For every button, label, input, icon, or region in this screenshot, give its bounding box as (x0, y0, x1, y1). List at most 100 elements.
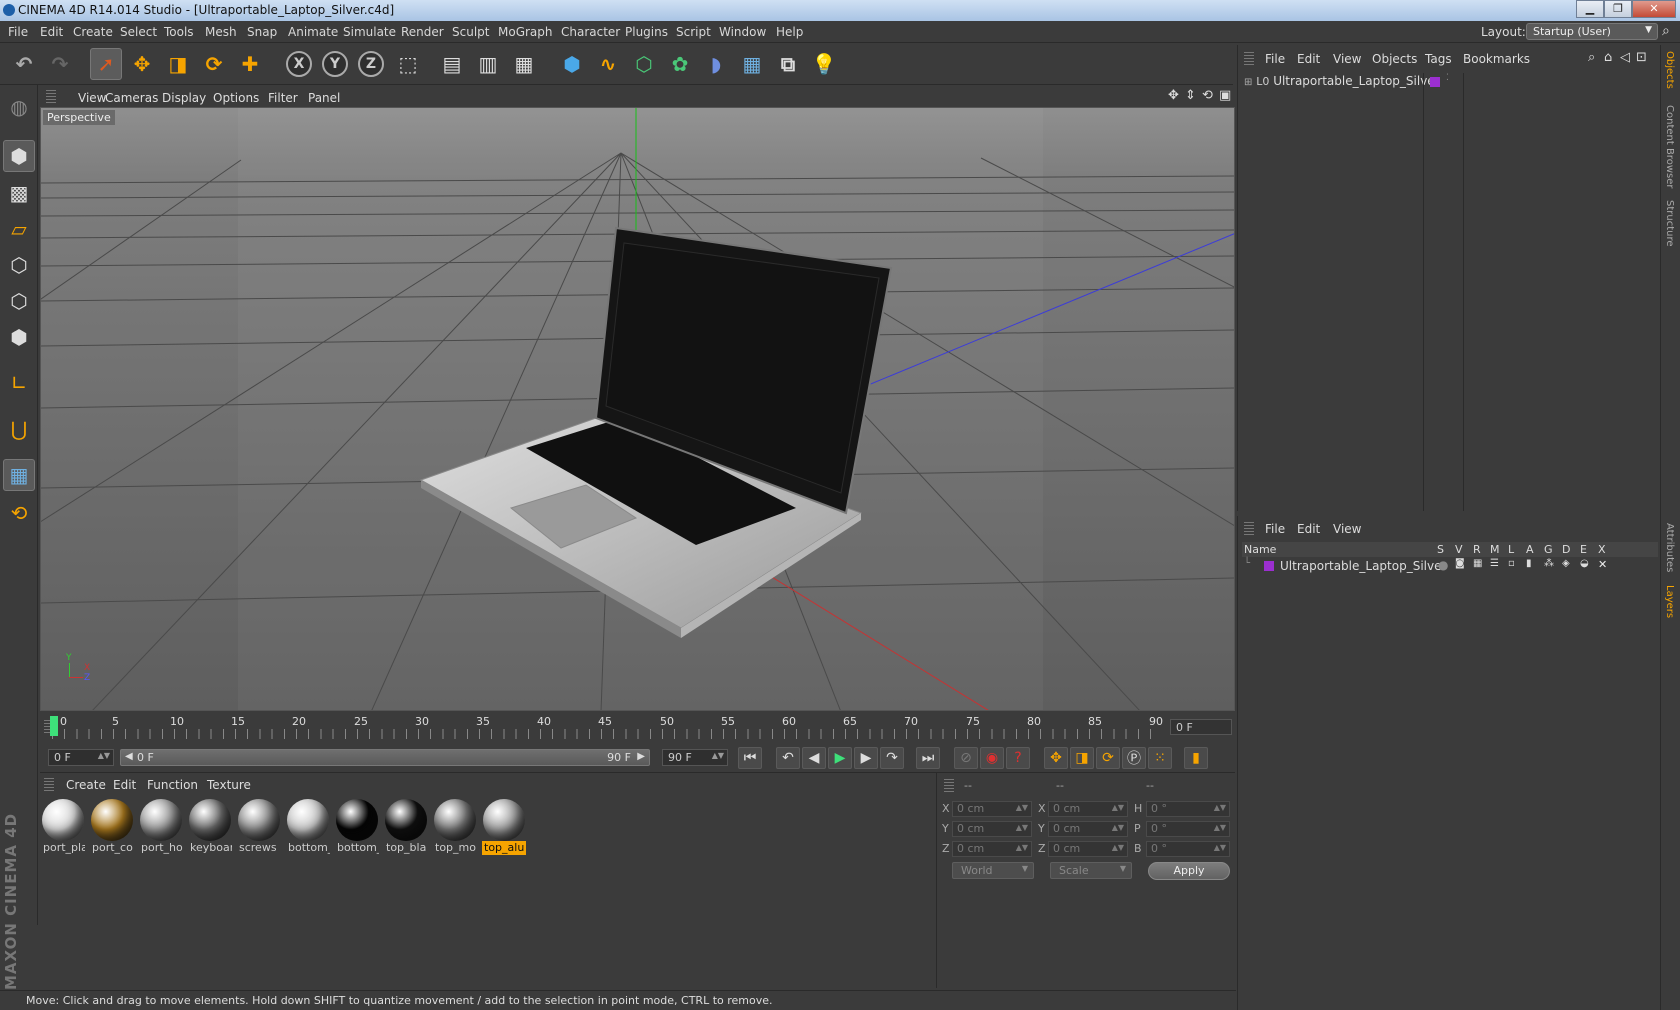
live-selection-icon[interactable]: ➚ (90, 48, 122, 80)
zoom-view-icon[interactable]: ⇕ (1185, 88, 1196, 103)
rotate-tool-icon[interactable]: ⟳ (198, 48, 230, 80)
material-swatch[interactable]: port_pla (41, 799, 85, 857)
preview-range-slider[interactable]: ◀ 0 F 90 F ▶ (120, 749, 650, 766)
position-z-field[interactable]: 0 cm ▲▼ (952, 841, 1032, 857)
menu-render[interactable]: Render (401, 25, 444, 39)
col-visible[interactable]: V (1455, 543, 1463, 556)
position-y-field[interactable]: 0 cm ▲▼ (952, 821, 1032, 837)
rotation-h-field[interactable]: 0 ° ▲▼ (1146, 801, 1230, 817)
previous-frame-icon[interactable]: ◀ (802, 747, 826, 769)
rotate-view-icon[interactable]: ⟲ (1202, 88, 1213, 103)
max-frame-field[interactable]: 90 F ▲▼ (662, 749, 728, 766)
size-z-field[interactable]: 0 cm ▲▼ (1048, 841, 1128, 857)
position-x-field[interactable]: 0 cm ▲▼ (952, 801, 1032, 817)
filter-icon[interactable]: ◁ (1620, 50, 1630, 65)
toggle-view-icon[interactable]: ▣ (1219, 88, 1231, 103)
coordinate-system-dropdown[interactable]: World ▼ (952, 862, 1034, 879)
undo-icon[interactable]: ↶ (8, 48, 40, 80)
menu-window[interactable]: Window (719, 25, 766, 39)
expand-icon[interactable]: ⊞ (1244, 77, 1252, 88)
object-menu-view[interactable]: View (1333, 52, 1361, 66)
material-menu-function[interactable]: Function (147, 778, 198, 792)
deformer-icon[interactable]: ◈ (1562, 558, 1570, 569)
generator-icon[interactable]: ⁂ (1544, 558, 1554, 569)
layer-menu-view[interactable]: View (1333, 522, 1361, 536)
home-icon[interactable]: ⌂ (1604, 50, 1612, 65)
render-settings-icon[interactable]: ▦ (508, 48, 540, 80)
coordinate-system-icon[interactable]: ⬚ (392, 48, 424, 80)
col-locked[interactable]: L (1508, 543, 1514, 556)
material-swatch[interactable]: keyboar (188, 799, 232, 857)
deformer-icon[interactable]: ◗ (700, 48, 732, 80)
add-tool-icon[interactable]: ✚ (234, 48, 266, 80)
viewport-menu-display[interactable]: Display (162, 91, 206, 105)
next-frame-icon[interactable]: ▶ (854, 747, 878, 769)
menu-file[interactable]: File (8, 25, 28, 39)
viewport-menu-cameras[interactable]: Cameras (105, 91, 158, 105)
record-parameter-icon[interactable]: Ⓟ (1122, 747, 1146, 769)
visible-eye-icon[interactable]: ◙ (1455, 558, 1465, 569)
tab-structure[interactable]: Structure (1664, 200, 1675, 247)
viewport-menu-view[interactable]: View (78, 91, 106, 105)
object-menu-file[interactable]: File (1265, 52, 1285, 66)
object-menu-tags[interactable]: Tags (1425, 52, 1452, 66)
axis-mode-icon[interactable]: ∟ (3, 367, 35, 399)
menu-character[interactable]: Character (561, 25, 620, 39)
tab-layers[interactable]: Layers (1664, 585, 1675, 618)
xref-icon[interactable]: ✕ (1598, 558, 1607, 571)
x-axis-lock-icon[interactable]: X (286, 51, 312, 77)
lock-icon[interactable]: ▫ (1508, 558, 1515, 569)
edges-mode-icon[interactable]: ⬡ (3, 285, 35, 317)
material-swatch[interactable]: port_ho (139, 799, 183, 857)
search-icon[interactable]: ⌕ (1588, 50, 1595, 65)
menu-mograph[interactable]: MoGraph (498, 25, 553, 39)
light-icon[interactable]: 💡 (808, 48, 840, 80)
panel-grip-icon[interactable] (944, 779, 954, 793)
viewport-menu-panel[interactable]: Panel (308, 91, 340, 105)
render-icon[interactable]: ▦ (1473, 558, 1482, 569)
search-icon[interactable]: ⌕ (1662, 23, 1670, 39)
tab-content-browser[interactable]: Content Browser (1664, 105, 1675, 188)
array-icon[interactable]: ✿ (664, 48, 696, 80)
soft-selection-icon[interactable]: ⟲ (3, 497, 35, 529)
timeline-ruler[interactable]: 0 5 10 15 20 25 30 35 40 45 50 55 60 65 … (40, 712, 1235, 742)
floor-icon[interactable]: ▦ (736, 48, 768, 80)
go-to-end-icon[interactable]: ⏭ (916, 747, 940, 769)
col-solo[interactable]: S (1437, 543, 1444, 556)
col-xref[interactable]: X (1598, 543, 1606, 556)
col-generators[interactable]: G (1544, 543, 1553, 556)
rotation-b-field[interactable]: 0 ° ▲▼ (1146, 841, 1230, 857)
tab-attributes[interactable]: Attributes (1664, 523, 1675, 572)
record-rotation-icon[interactable]: ⟳ (1096, 747, 1120, 769)
menu-select[interactable]: Select (120, 25, 157, 39)
timeline-playhead[interactable] (50, 716, 58, 736)
menu-script[interactable]: Script (676, 25, 711, 39)
material-swatch[interactable]: top_bla (384, 799, 428, 857)
record-position-icon[interactable]: ✥ (1044, 747, 1068, 769)
animation-icon[interactable]: ▮ (1526, 558, 1532, 569)
material-swatch[interactable]: bottom_ (335, 799, 379, 857)
record-point-level-icon[interactable]: ⁙ (1148, 747, 1172, 769)
scale-tool-icon[interactable]: ◨ (162, 48, 194, 80)
rotation-p-field[interactable]: 0 ° ▲▼ (1146, 821, 1230, 837)
panel-grip-icon[interactable] (1244, 522, 1254, 536)
menu-snap[interactable]: Snap (247, 25, 277, 39)
model-mode-icon[interactable]: ⬢ (3, 140, 35, 172)
layer-color-tag[interactable] (1430, 77, 1440, 87)
menu-plugins[interactable]: Plugins (625, 25, 668, 39)
panel-grip-icon[interactable] (1244, 52, 1254, 66)
play-icon[interactable]: ▶ (828, 747, 852, 769)
object-tree-item[interactable]: ⊞ L0 Ultraportable_Laptop_Silver (1244, 74, 1440, 88)
col-expressions[interactable]: E (1580, 543, 1587, 556)
layer-row[interactable]: └ Ultraportable_Laptop_Silver ● ◙ ▦ ☰ ▫ … (1242, 558, 1658, 574)
new-window-icon[interactable]: ⊡ (1636, 50, 1647, 65)
menu-simulate[interactable]: Simulate (343, 25, 396, 39)
viewport-menu-filter[interactable]: Filter (268, 91, 298, 105)
go-to-start-icon[interactable]: ⏮ (738, 747, 762, 769)
visibility-dots-icon[interactable]: ⁚ (1446, 73, 1449, 83)
auto-keying-icon[interactable]: ◉ (980, 747, 1004, 769)
menu-create[interactable]: Create (73, 25, 113, 39)
layer-color-swatch[interactable] (1264, 561, 1274, 571)
layer-menu-file[interactable]: File (1265, 522, 1285, 536)
layout-dropdown[interactable]: Startup (User) ▼ (1526, 23, 1658, 40)
